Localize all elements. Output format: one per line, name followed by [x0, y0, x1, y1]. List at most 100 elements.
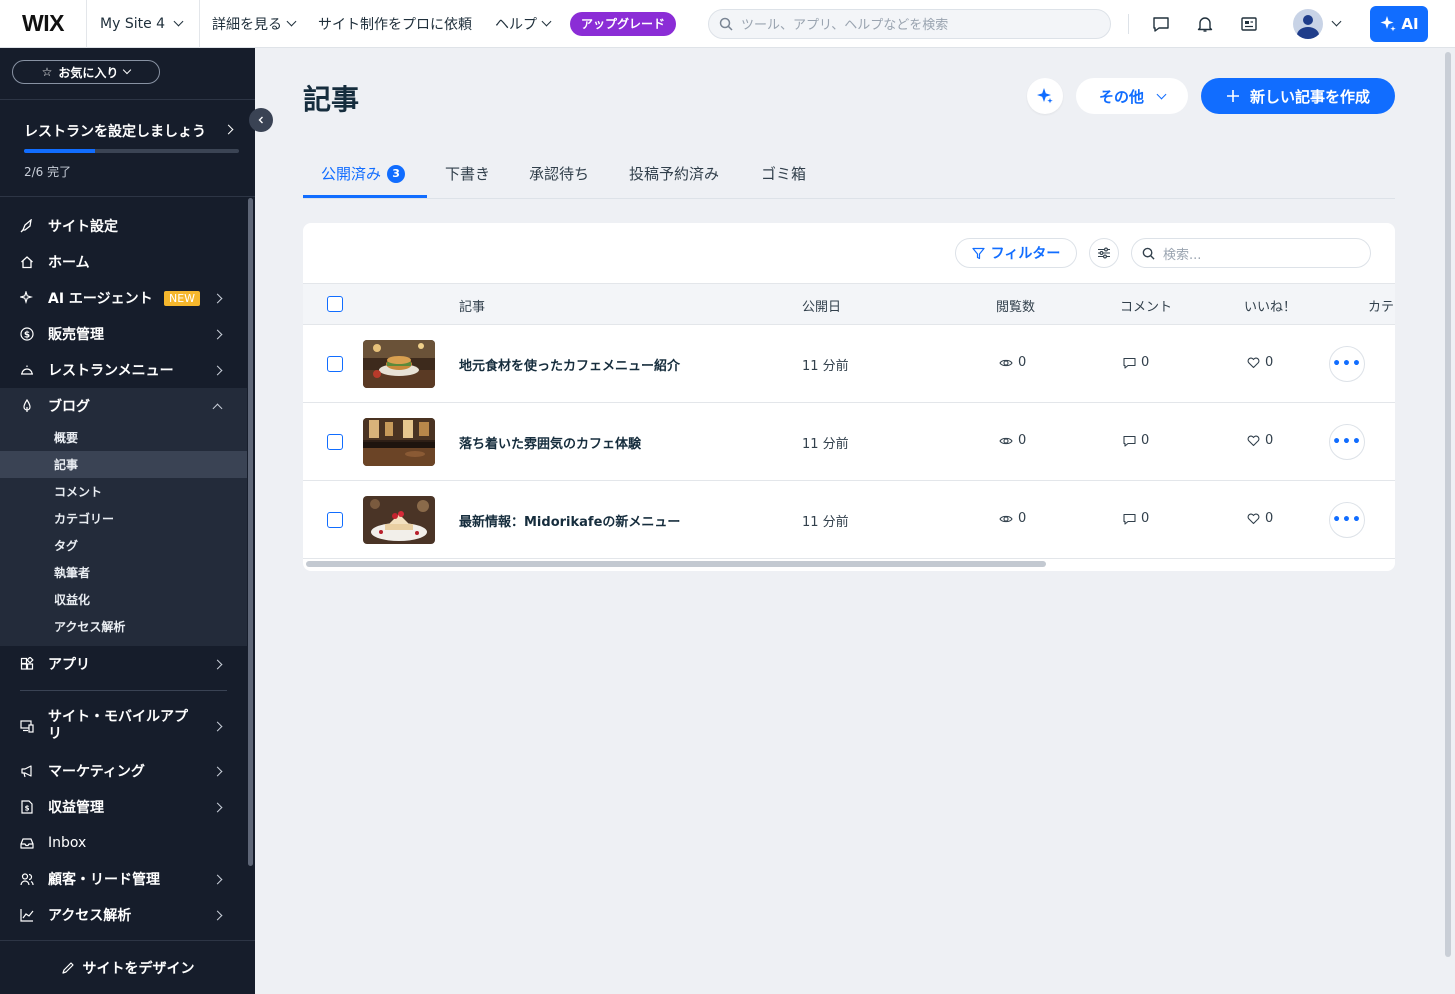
- sidebar-item-label: ブログ: [48, 399, 90, 415]
- chat-icon[interactable]: [1149, 12, 1173, 36]
- chevron-down-icon: [1156, 89, 1167, 99]
- people-icon: [19, 871, 35, 887]
- sidebar-item-inbox[interactable]: Inbox: [0, 825, 247, 861]
- sidebar-item-site-mobile-app[interactable]: サイト・モバイルアプリ: [0, 704, 247, 748]
- tab-published[interactable]: 公開済み 3: [321, 148, 406, 199]
- sidebar-item-customers[interactable]: 顧客・リード管理: [0, 861, 247, 897]
- column-header-likes[interactable]: いいね！: [1244, 296, 1296, 315]
- chevron-right-icon[interactable]: [223, 124, 234, 135]
- sidebar-subitem-categories[interactable]: カテゴリー: [0, 505, 247, 532]
- sidebar-subitem-writers[interactable]: 執筆者: [0, 559, 247, 586]
- tab-scheduled[interactable]: 投稿予約済み: [629, 148, 719, 199]
- wix-logo[interactable]: WIX: [0, 0, 86, 48]
- chevron-right-icon: [212, 874, 223, 884]
- megaphone-icon: [19, 763, 35, 779]
- sidebar-item-label: 収益管理: [48, 800, 104, 816]
- post-title[interactable]: 最新情報：Midorikafeの新メニュー: [459, 511, 680, 530]
- chevron-right-icon: [212, 766, 223, 776]
- chevron-right-icon: [212, 721, 223, 731]
- column-header-category[interactable]: カテ: [1368, 296, 1394, 315]
- eye-icon: [999, 359, 1013, 366]
- sidebar-item-apps[interactable]: アプリ: [0, 646, 247, 682]
- account-menu[interactable]: [1293, 8, 1342, 39]
- column-header-post[interactable]: 記事: [459, 296, 485, 315]
- row-checkbox[interactable]: [327, 356, 343, 372]
- sidebar-item-site-settings[interactable]: サイト設定: [0, 208, 247, 244]
- sidebar-subitem-tags[interactable]: タグ: [0, 532, 247, 559]
- sparkle-icon: [19, 290, 35, 306]
- site-selector[interactable]: My Site 4: [86, 0, 200, 48]
- sidebar-subitem-overview[interactable]: 概要: [0, 424, 247, 451]
- row-more-actions-button[interactable]: •••: [1329, 346, 1365, 382]
- tab-drafts[interactable]: 下書き: [445, 148, 490, 199]
- sidebar-item-ai-agent[interactable]: AI エージェント NEW: [0, 280, 247, 316]
- chevron-left-icon: [258, 116, 263, 124]
- table-search-input[interactable]: 検索...: [1131, 238, 1371, 268]
- chevron-down-icon: [173, 16, 184, 27]
- filter-label: フィルター: [990, 246, 1061, 262]
- news-icon[interactable]: [1237, 12, 1261, 36]
- sidebar-subitem-monetization[interactable]: 収益化: [0, 586, 247, 613]
- filter-button[interactable]: フィルター: [955, 238, 1077, 268]
- sidebar-subitem-comments[interactable]: コメント: [0, 478, 247, 505]
- eye-icon: [999, 515, 1013, 522]
- sidebar-item-blog[interactable]: ブログ: [0, 388, 247, 424]
- post-title[interactable]: 落ち着いた雰囲気のカフェ体験: [459, 433, 641, 452]
- table-row[interactable]: 地元食材を使ったカフェメニュー紹介 11 分前 0 0 0 •••: [303, 325, 1395, 403]
- column-settings-button[interactable]: [1089, 238, 1119, 268]
- bell-icon[interactable]: [1193, 12, 1217, 36]
- sidebar-item-sales[interactable]: $ 販売管理: [0, 316, 247, 352]
- views-count: 0: [1018, 355, 1027, 370]
- page-scrollbar[interactable]: [1445, 52, 1451, 957]
- column-header-date[interactable]: 公開日: [802, 296, 841, 315]
- sidebar-subitem-analytics[interactable]: アクセス解析: [0, 613, 247, 640]
- home-icon: [19, 254, 35, 270]
- sidebar-item-label: アプリ: [48, 657, 90, 673]
- sidebar-item-marketing[interactable]: マーケティング: [0, 753, 247, 789]
- ai-assistant-button[interactable]: AI: [1370, 5, 1429, 42]
- ai-generate-button[interactable]: [1027, 78, 1063, 114]
- design-site-button[interactable]: サイトをデザイン: [0, 940, 255, 994]
- row-checkbox[interactable]: [327, 434, 343, 450]
- table-row[interactable]: 最新情報：Midorikafeの新メニュー 11 分前 0 0 0 •••: [303, 481, 1395, 559]
- setup-title[interactable]: レストランを設定しましょう: [24, 121, 206, 141]
- row-checkbox[interactable]: [327, 512, 343, 528]
- chevron-right-icon: [212, 329, 223, 339]
- likes-count: 0: [1265, 511, 1274, 526]
- chevron-right-icon: [212, 910, 223, 920]
- column-header-comments[interactable]: コメント: [1120, 296, 1172, 315]
- nav-hire-pro[interactable]: サイト制作をプロに依頼: [318, 14, 472, 34]
- nav-learn-more[interactable]: 詳細を見る: [212, 14, 297, 34]
- sidebar-item-home[interactable]: ホーム: [0, 244, 247, 280]
- sidebar-item-restaurant-menu[interactable]: レストランメニュー: [0, 352, 247, 388]
- create-post-button[interactable]: 新しい記事を作成: [1201, 78, 1395, 114]
- apps-icon: [19, 656, 35, 672]
- row-more-actions-button[interactable]: •••: [1329, 424, 1365, 460]
- global-search-input[interactable]: ツール、アプリ、ヘルプなどを検索: [708, 8, 1112, 39]
- favorites-button[interactable]: ☆ お気に入り: [12, 60, 160, 84]
- views-count: 0: [1018, 511, 1027, 526]
- comment-icon: [1123, 357, 1136, 369]
- nav-help[interactable]: ヘルプ: [495, 14, 552, 34]
- collapse-sidebar-button[interactable]: [249, 108, 273, 132]
- row-more-actions-button[interactable]: •••: [1329, 502, 1365, 538]
- comments-count: 0: [1141, 355, 1150, 370]
- upgrade-button[interactable]: アップグレード: [570, 11, 677, 36]
- table-row[interactable]: 落ち着いた雰囲気のカフェ体験 11 分前 0 0 0 •••: [303, 403, 1395, 481]
- sidebar: ☆ お気に入り レストランを設定しましょう 2/6 完了 サイト設定 ホーム A…: [0, 48, 273, 994]
- select-all-checkbox[interactable]: [327, 296, 343, 312]
- sidebar-item-analytics[interactable]: アクセス解析: [0, 897, 247, 933]
- column-header-views[interactable]: 閲覧数: [996, 296, 1035, 315]
- tab-label: 公開済み: [321, 165, 382, 183]
- sidebar-subitem-posts[interactable]: 記事: [0, 451, 247, 478]
- table-horizontal-scrollbar[interactable]: [306, 561, 1046, 567]
- setup-progress-fill: [24, 149, 95, 153]
- sidebar-item-revenue[interactable]: $ 収益管理: [0, 789, 247, 825]
- more-actions-button[interactable]: その他: [1076, 78, 1188, 114]
- rocket-icon: [19, 218, 35, 234]
- post-title[interactable]: 地元食材を使ったカフェメニュー紹介: [459, 355, 680, 374]
- tab-pending[interactable]: 承認待ち: [529, 148, 589, 199]
- more-actions-label: その他: [1098, 87, 1144, 106]
- tab-trash[interactable]: ゴミ箱: [761, 148, 806, 199]
- sidebar-scrollbar[interactable]: [248, 198, 253, 866]
